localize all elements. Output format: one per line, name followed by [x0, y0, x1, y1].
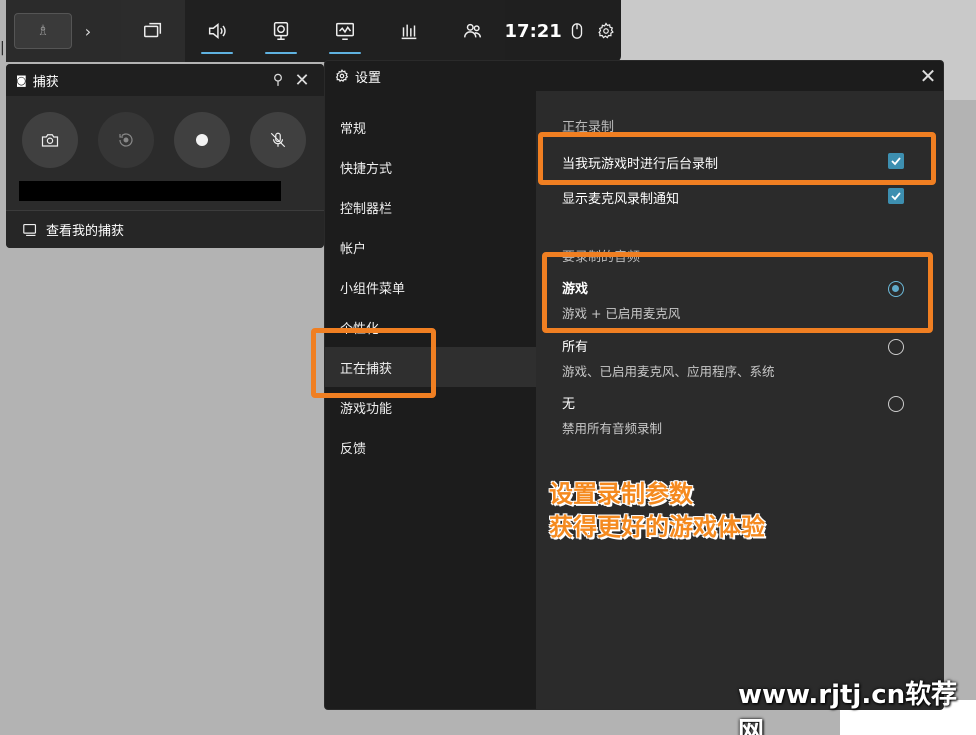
nav-account[interactable]: 帐户: [325, 227, 536, 267]
highlight-audio-game: [542, 252, 933, 333]
gear-icon: [335, 69, 349, 82]
highlight-nav-capturing: [311, 328, 436, 398]
resources-widget-button[interactable]: [377, 0, 441, 62]
view-captures-link[interactable]: 查看我的捕获: [6, 210, 324, 248]
active-indicator: [328, 52, 361, 54]
audio-all-radio[interactable]: [888, 339, 904, 355]
audio-option-description: 游戏、已启用麦克风、应用程序、系统: [562, 364, 775, 379]
mic-notify-row: 显示麦克风录制通知: [562, 188, 922, 208]
widget-menu-icon: [143, 22, 161, 38]
clock: 17:21: [504, 20, 562, 42]
capture-widget-button[interactable]: [249, 0, 313, 62]
settings-title: 设置: [355, 70, 382, 86]
record-last-icon: [119, 133, 133, 147]
record-last-button[interactable]: [98, 112, 154, 168]
settings-nav: 常规 快捷方式 控制器栏 帐户 小组件菜单 个性化 正在捕获 游戏功能 反馈: [325, 91, 536, 709]
highlight-background-record: [538, 132, 936, 185]
widget-buttons: [120, 0, 185, 62]
start-recording-button[interactable]: [174, 112, 230, 168]
mic-off-icon: [270, 132, 286, 148]
mic-toggle-button[interactable]: [250, 112, 306, 168]
xbox-social-icon: [463, 23, 481, 38]
mouse-button[interactable]: [562, 0, 592, 62]
resources-icon: [401, 24, 416, 40]
active-indicator: [264, 52, 297, 54]
xbox-social-button[interactable]: [441, 0, 505, 62]
screenshot-button[interactable]: [22, 112, 78, 168]
performance-icon: [335, 22, 354, 40]
widget-menu-button[interactable]: [121, 0, 185, 62]
widget-toggles: [184, 0, 505, 62]
close-icon[interactable]: ✕: [290, 70, 314, 91]
audio-icon: [208, 23, 226, 39]
audio-widget-button[interactable]: [185, 0, 249, 62]
audio-option-description: 禁用所有音频录制: [562, 421, 663, 436]
settings-header: 设置 ✕: [325, 61, 943, 91]
capture-status-bar: [19, 181, 281, 201]
nav-controller-bar[interactable]: 控制器栏: [325, 187, 536, 227]
capture-widget: ◙ 捕获 ⚲ ✕ 查看我的捕获: [6, 64, 324, 248]
close-icon[interactable]: ✕: [913, 64, 943, 88]
pin-icon[interactable]: ⚲: [266, 72, 290, 88]
audio-none-radio[interactable]: [888, 396, 904, 412]
mic-notify-checkbox[interactable]: [888, 188, 904, 204]
nav-widget-menu[interactable]: 小组件菜单: [325, 267, 536, 307]
expand-chevron-icon[interactable]: ›: [80, 22, 96, 41]
game-bar-top: ♗ › 17:21: [6, 0, 621, 62]
performance-widget-button[interactable]: [313, 0, 377, 62]
nav-general[interactable]: 常规: [325, 107, 536, 147]
capture-icon: [273, 22, 288, 40]
capture-widget-header: ◙ 捕获 ⚲ ✕: [6, 64, 324, 96]
capture-controls: [6, 96, 324, 168]
game-avatar[interactable]: ♗: [14, 13, 72, 49]
settings-button[interactable]: [591, 0, 621, 62]
capture-widget-title: 捕获: [32, 74, 59, 90]
camera-icon: [41, 134, 59, 147]
audio-option-none[interactable]: 无 禁用所有音频录制: [562, 393, 922, 437]
annotation-text: 设置录制参数 获得更好的游戏体验: [549, 478, 765, 544]
record-icon: [196, 134, 208, 146]
nav-feedback[interactable]: 反馈: [325, 427, 536, 467]
nav-shortcuts[interactable]: 快捷方式: [325, 147, 536, 187]
annotation-line-1: 设置录制参数: [549, 480, 693, 508]
audio-option-label: 所有: [562, 340, 589, 355]
active-indicator: [200, 52, 233, 54]
mic-notify-label: 显示麦克风录制通知: [562, 192, 680, 207]
mouse-icon: [571, 23, 582, 39]
gear-icon: [598, 22, 614, 39]
watermark: www.rjtj.cn软荐网: [738, 680, 958, 735]
view-captures-label: 查看我的捕获: [46, 224, 125, 239]
audio-option-all[interactable]: 所有 游戏、已启用麦克风、应用程序、系统: [562, 336, 922, 380]
annotation-line-2: 获得更好的游戏体验: [549, 513, 765, 541]
capture-widget-icon: ◙: [16, 73, 27, 87]
audio-option-label: 无: [562, 397, 576, 412]
game-bar-profile-area: ♗ ›: [6, 0, 121, 62]
checkmark-icon: [891, 192, 901, 201]
gallery-icon: [23, 223, 37, 236]
